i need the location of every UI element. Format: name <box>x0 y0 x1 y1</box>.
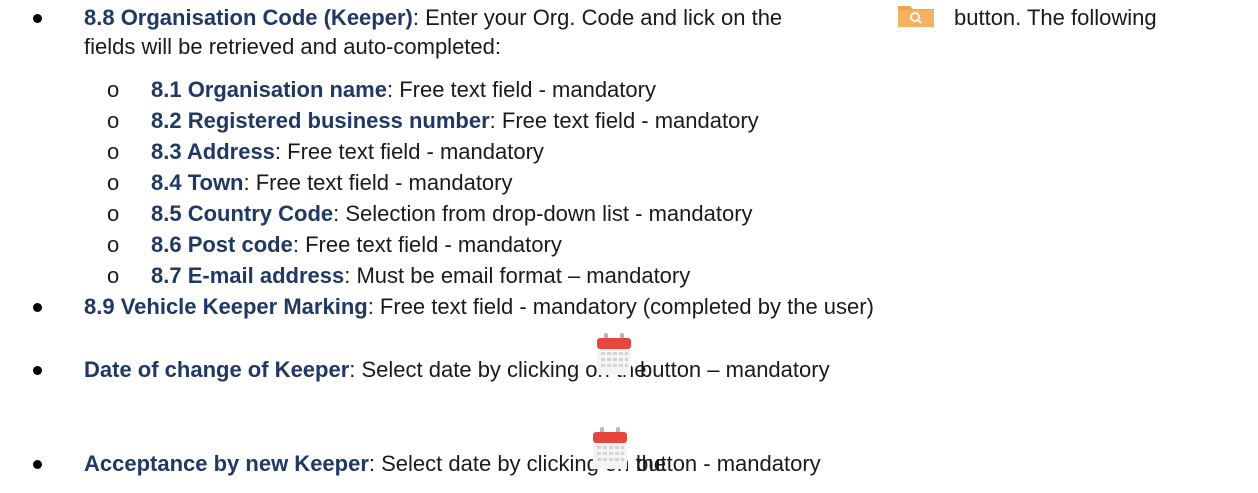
sub-item: 8.2 Registered business number: Free tex… <box>151 108 759 134</box>
item-title: 8.8 Organisation Code (Keeper) <box>84 5 413 30</box>
sub-item-title: 8.6 Post code <box>151 232 293 257</box>
item-text-after-icon: button – mandatory <box>640 357 830 383</box>
item-title: 8.9 Vehicle Keeper Marking <box>84 294 368 319</box>
calendar-icon[interactable] <box>594 330 634 378</box>
sub-item-text: : Free text field - mandatory <box>243 170 513 195</box>
list-item-org-code: 8.8 Organisation Code (Keeper): Enter yo… <box>84 5 782 31</box>
sub-item-text: : Must be email format – mandatory <box>344 263 691 288</box>
sub-bullet: o <box>107 170 120 195</box>
item-text: button. The following <box>954 5 1157 30</box>
list-item-acceptance: Acceptance by new Keeper: Select date by… <box>84 451 666 477</box>
sub-item-text: : Free text field - mandatory <box>386 77 656 102</box>
sub-bullet: o <box>107 108 120 133</box>
sub-item-text: : Selection from drop-down list - mandat… <box>333 201 753 226</box>
sub-item-title: 8.3 Address <box>151 139 275 164</box>
sub-bullet: o <box>107 232 120 257</box>
item-text-after-icon: button - mandatory <box>636 451 821 477</box>
folder-search-icon[interactable] <box>896 0 936 28</box>
bullet <box>33 366 42 375</box>
sub-bullet: o <box>107 263 120 288</box>
item-text: button - mandatory <box>636 451 821 476</box>
sub-item-title: 8.1 Organisation name <box>151 77 387 102</box>
sub-bullet: o <box>107 77 120 102</box>
item-text: : Free text field - mandatory (completed… <box>367 294 874 319</box>
sub-item-title: 8.7 E-mail address <box>151 263 345 288</box>
bullet <box>33 303 42 312</box>
item-continuation: fields will be retrieved and auto-comple… <box>84 34 501 60</box>
sub-item-text: : Free text field - mandatory <box>292 232 562 257</box>
sub-bullet: o <box>107 139 120 164</box>
sub-item: 8.4 Town: Free text field - mandatory <box>151 170 513 196</box>
sub-bullet: o <box>107 201 120 226</box>
bullet <box>33 460 42 469</box>
list-item-date-change: Date of change of Keeper: Select date by… <box>84 357 646 383</box>
sub-item: 8.5 Country Code: Selection from drop-do… <box>151 201 753 227</box>
sub-item: 8.6 Post code: Free text field - mandato… <box>151 232 562 258</box>
sub-item-text: : Free text field - mandatory <box>489 108 759 133</box>
item-text-after-icon: button. The following <box>954 5 1157 31</box>
item-title: Date of change of Keeper <box>84 357 350 382</box>
sub-item: 8.7 E-mail address: Must be email format… <box>151 263 690 289</box>
item-text: fields will be retrieved and auto-comple… <box>84 34 502 59</box>
item-text: button – mandatory <box>640 357 830 382</box>
calendar-icon[interactable] <box>590 424 630 472</box>
sub-item-title: 8.4 Town <box>151 170 244 195</box>
sub-item: 8.1 Organisation name: Free text field -… <box>151 77 656 103</box>
item-text: : Enter your Org. Code and lick on the <box>412 5 783 30</box>
sub-item: 8.3 Address: Free text field - mandatory <box>151 139 544 165</box>
sub-item-text: : Free text field - mandatory <box>274 139 544 164</box>
bullet <box>33 14 42 23</box>
list-item-keeper-marking: 8.9 Vehicle Keeper Marking: Free text fi… <box>84 294 874 320</box>
sub-item-title: 8.2 Registered business number <box>151 108 490 133</box>
item-title: Acceptance by new Keeper <box>84 451 369 476</box>
sub-item-title: 8.5 Country Code <box>151 201 334 226</box>
